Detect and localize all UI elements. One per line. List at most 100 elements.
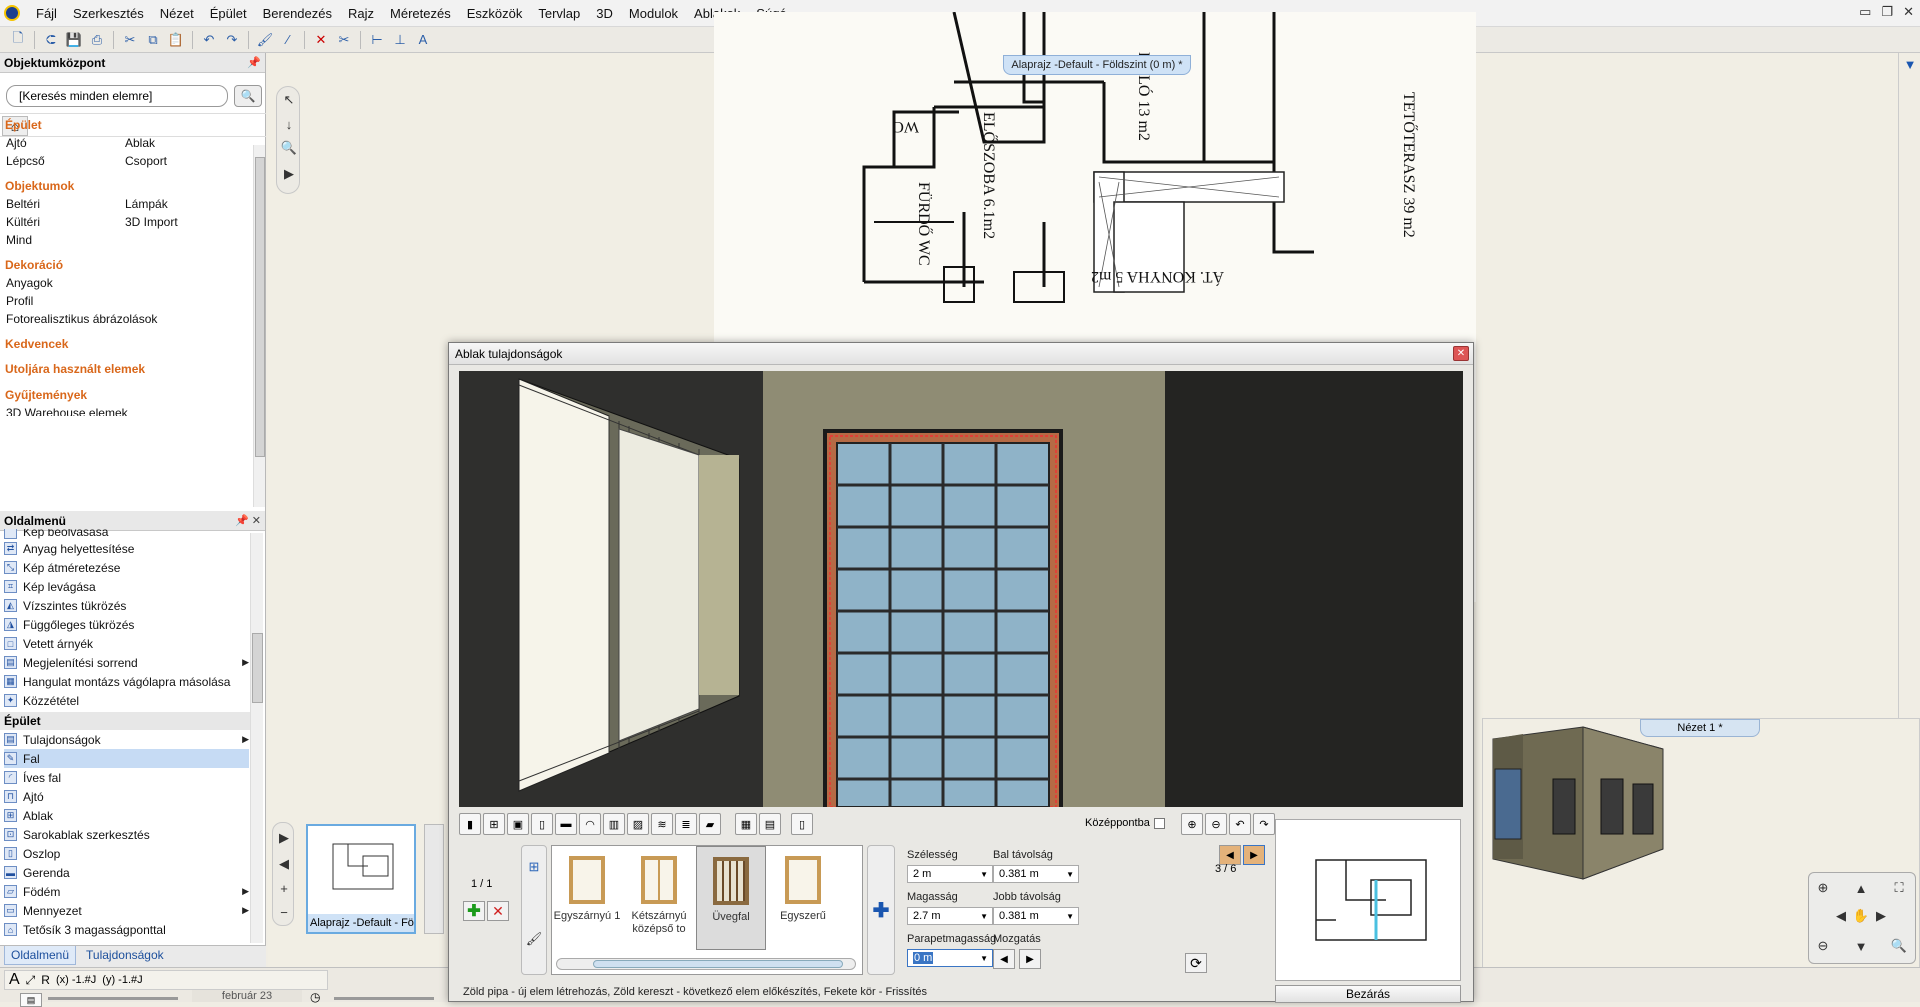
minimap[interactable] <box>1275 819 1461 981</box>
zoom-out-icon[interactable]: ⊖ <box>1205 813 1227 835</box>
category-gyujtemenyek[interactable]: Gyűjtemények <box>5 388 87 402</box>
pan-up-icon[interactable]: ▲ <box>1851 879 1871 897</box>
print-icon[interactable]: ⎙ <box>87 30 107 50</box>
next-element-button[interactable]: ✕ <box>487 901 509 921</box>
side-item-ajto[interactable]: ⊓ Ajtó <box>4 787 249 806</box>
side-item-sarokablak[interactable]: ⊡ Sarokablak szerkesztés <box>4 825 249 844</box>
close-dialog-button[interactable]: Bezárás <box>1275 985 1461 1003</box>
dimension-tool-icon[interactable]: ⤢ <box>26 973 36 988</box>
menu-3d[interactable]: 3D <box>588 6 621 21</box>
shutter-view-icon[interactable]: ▥ <box>603 813 625 835</box>
side-item-anyag-helyettesites[interactable]: ⇄ Anyag helyettesítése <box>4 539 249 558</box>
category-kedvencek[interactable]: Kedvencek <box>5 337 68 351</box>
side-item-vetett-arnyek[interactable]: □ Vetett árnyék <box>4 634 249 653</box>
fit-icon[interactable]: ⛶ <box>1889 879 1909 897</box>
side-menu-scrollbar[interactable] <box>250 533 263 943</box>
time-of-day-slider[interactable] <box>334 997 434 1000</box>
zoom-icon[interactable]: 🔍 <box>279 139 299 157</box>
rotate-tool-icon[interactable]: R <box>41 973 50 987</box>
menu-dimension[interactable]: Méretezés <box>382 6 459 21</box>
stack-view-icon[interactable]: ≣ <box>675 813 697 835</box>
window-view-icon[interactable]: ⊞ <box>483 813 505 835</box>
pin-close-icon[interactable]: 📌 ✕ <box>235 514 261 527</box>
move-left-button[interactable]: ◀ <box>993 949 1015 969</box>
item-csoport[interactable]: Csoport <box>125 154 167 168</box>
height-select[interactable]: 2.7 m ▼ <box>907 907 993 925</box>
object-panel-scrollbar[interactable] <box>253 145 265 507</box>
move-right-button[interactable]: ▶ <box>1019 949 1041 969</box>
item-lampak[interactable]: Lámpák <box>125 197 168 211</box>
sill-view-icon[interactable]: ▬ <box>555 813 577 835</box>
dialog-close-button[interactable]: ✕ <box>1453 346 1469 361</box>
dialog-titlebar[interactable]: Ablak tulajdonságok ✕ <box>449 343 1473 365</box>
sill-height-select[interactable]: 0 m ▼ <box>907 949 993 967</box>
side-item-tulajdonsagok[interactable]: ▤ Tulajdonságok ▶ <box>4 730 249 749</box>
menu-furnishing[interactable]: Berendezés <box>255 6 340 21</box>
category-utoljara[interactable]: Utoljára használt elemek <box>5 362 145 376</box>
item-profil[interactable]: Profil <box>6 294 33 308</box>
window-3d-preview[interactable] <box>459 371 1463 807</box>
width-select[interactable]: 2 m ▼ <box>907 865 993 883</box>
redo-icon[interactable]: ↷ <box>1253 813 1275 835</box>
hand-icon[interactable]: ✋ <box>1851 907 1871 925</box>
align-center-icon[interactable]: ⊥ <box>390 30 410 50</box>
zoom-in-icon[interactable]: ⊕ <box>1813 879 1833 897</box>
side-item-fuggoleges-tukrozes[interactable]: ◮ Függőleges tükrözés <box>4 615 249 634</box>
side-item-vizszintes-tukrozes[interactable]: ◭ Vízszintes tükrözés <box>4 596 249 615</box>
3d-view-tab[interactable]: Nézet 1 * <box>1640 719 1760 737</box>
side-item-kep-atmeretezese[interactable]: ⤡ Kép átméretezése <box>4 558 249 577</box>
item-3d-warehouse[interactable]: 3D Warehouse elemek <box>6 406 128 416</box>
plan-thumbnail[interactable]: Alaprajz -Default - Föld <box>306 824 416 934</box>
side-item-kep-levagasa[interactable]: ⌗ Kép levágása <box>4 577 249 596</box>
item-fotorealisztikus[interactable]: Fotorealisztikus ábrázolások <box>6 312 157 326</box>
side-item-gerenda[interactable]: ▬ Gerenda <box>4 863 249 882</box>
collapse-left-icon[interactable]: ▶ <box>274 829 294 847</box>
menu-view[interactable]: Nézet <box>152 6 202 21</box>
scroll-thumb[interactable] <box>252 633 263 703</box>
catalog-scrollbar[interactable] <box>556 958 856 970</box>
undo-icon[interactable]: ↶ <box>199 30 219 50</box>
paste-icon[interactable]: 📋 <box>166 30 186 50</box>
category-objektumok[interactable]: Objektumok <box>5 179 74 193</box>
refresh-button[interactable]: ⟳ <box>1185 953 1207 973</box>
item-ablak[interactable]: Ablak <box>125 136 155 150</box>
item-ajto[interactable]: Ajtó <box>6 136 27 150</box>
arrow-icon[interactable]: ↖ <box>279 91 299 109</box>
catalog-item-egyszeru[interactable]: Egyszerű <box>768 846 838 950</box>
grid-icon[interactable]: ⊞ <box>524 858 544 876</box>
open-icon[interactable]: ⮈ <box>41 30 61 50</box>
door-view-icon[interactable]: ▮ <box>459 813 481 835</box>
left-distance-select[interactable]: 0.381 m ▼ <box>993 865 1079 883</box>
item-anyagok[interactable]: Anyagok <box>6 276 53 290</box>
right-distance-select[interactable]: 0.381 m ▼ <box>993 907 1079 925</box>
menu-building[interactable]: Épület <box>202 6 255 21</box>
side-item-fodem[interactable]: ▱ Födém ▶ <box>4 882 249 901</box>
side-item-fal[interactable]: ✎ Fal <box>4 749 249 768</box>
center-checkbox[interactable] <box>1153 817 1165 829</box>
tab-tulajdonsagok[interactable]: Tulajdonságok <box>80 946 170 964</box>
plan-view-tab[interactable]: Alaprajz -Default - Földszint (0 m) * <box>1003 55 1191 75</box>
next-element-nav-button[interactable]: ▶ <box>1243 845 1265 865</box>
menu-tools[interactable]: Eszközök <box>459 6 531 21</box>
center-option[interactable]: Középpontba <box>1085 817 1165 829</box>
side-item-tetosik[interactable]: ⌂ Tetősík 3 magasságponttal <box>4 920 249 939</box>
new-file-icon[interactable]: 🗋 <box>8 30 28 50</box>
material-view-icon[interactable]: ▰ <box>699 813 721 835</box>
scroll-thumb[interactable] <box>255 157 265 457</box>
move-down-icon[interactable]: ↓ <box>279 115 299 133</box>
restore-icon[interactable]: ❐ <box>1881 4 1893 20</box>
paint-icon[interactable]: 🖌 <box>524 930 544 948</box>
second-thumbnail[interactable] <box>424 824 444 934</box>
zoom-window-icon[interactable]: 🔍 <box>1889 937 1909 955</box>
brush-icon[interactable]: 🖌 <box>255 30 275 50</box>
catalog-item-egyszarnyu[interactable]: Egyszárnyú 1 <box>552 846 622 950</box>
save-icon[interactable]: 💾 <box>64 30 84 50</box>
category-dekoracio[interactable]: Dekoráció <box>5 258 63 272</box>
brick-icon[interactable]: ▦ <box>735 813 757 835</box>
copy-icon[interactable]: ⧉ <box>143 30 163 50</box>
side-item-mennyezet[interactable]: ▭ Mennyezet ▶ <box>4 901 249 920</box>
menu-layout[interactable]: Tervlap <box>530 6 588 21</box>
item-lepcso[interactable]: Lépcső <box>6 154 45 168</box>
side-item-ives-fal[interactable]: ◜ Íves fal <box>4 768 249 787</box>
item-3d-import[interactable]: 3D Import <box>125 215 178 229</box>
